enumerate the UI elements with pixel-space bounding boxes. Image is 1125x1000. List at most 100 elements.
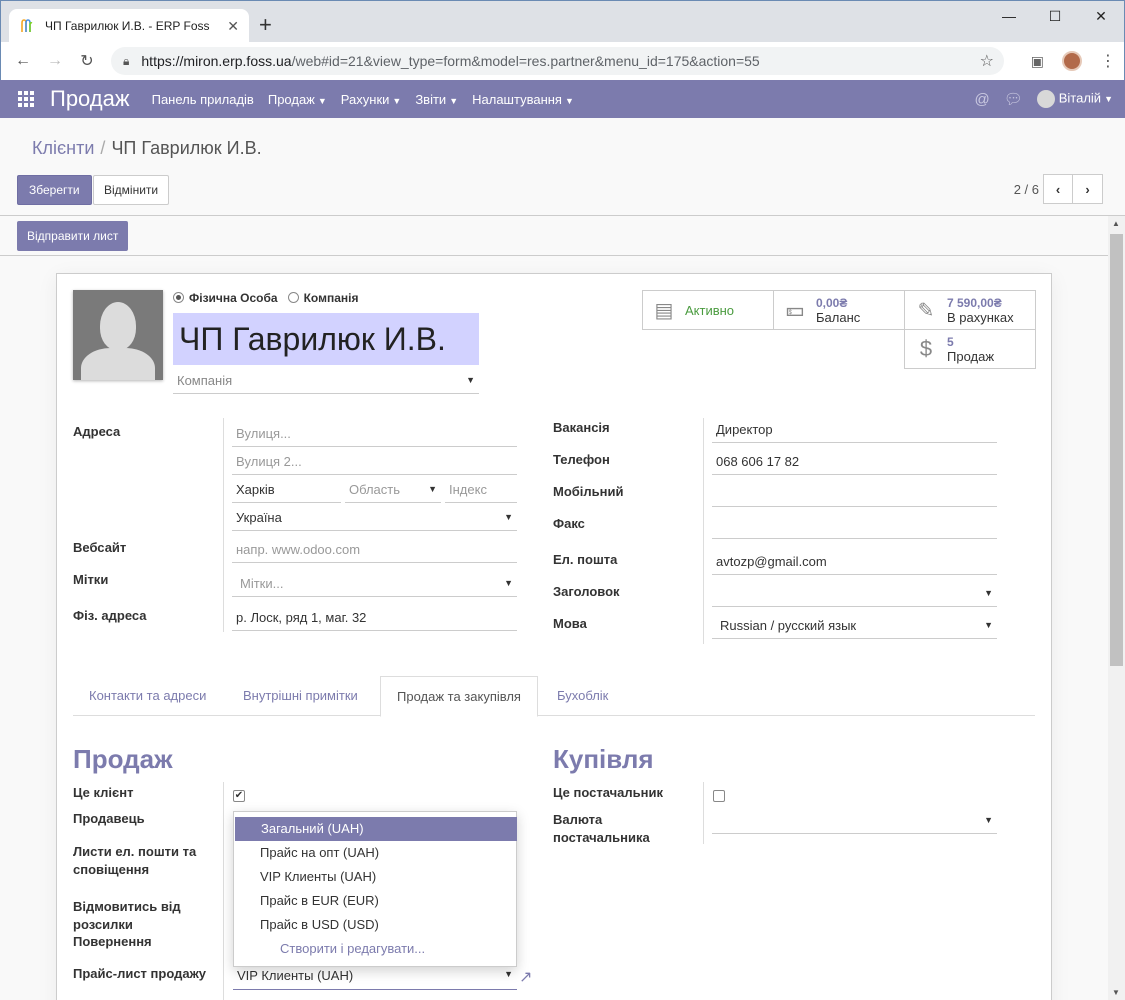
control-panel: Клієнти / ЧП Гаврилюк И.В. Зберегти Відмін… [0, 118, 1125, 216]
reload-icon[interactable]: ↻ [71, 51, 103, 71]
salesperson-label: Продавець [73, 811, 145, 826]
create-and-edit-option[interactable]: Створити і редагувати... [234, 937, 516, 961]
user-menu[interactable]: Віталій ▼ [1036, 90, 1113, 108]
caret-down-icon: ▼ [317, 95, 327, 106]
form-view: Відправити лист Фізична Особа Компанія Ч… [0, 216, 1108, 1000]
menu-sales[interactable]: Продаж ▼ [268, 92, 327, 107]
state-select[interactable]: Область ▼ [345, 479, 441, 503]
menu-dashboard[interactable]: Панель приладів [152, 92, 254, 107]
forward-arrow-icon[interactable]: → [39, 52, 71, 70]
radio-individual[interactable]: Фізична Особа [173, 291, 278, 305]
send-message-button[interactable]: Відправити лист [17, 221, 129, 251]
email-input[interactable]: avtozp@gmail.com [712, 551, 997, 575]
maximize-icon[interactable]: ☐ [1032, 1, 1078, 31]
breadcrumb-current: ЧП Гаврилюк И.В. [111, 138, 262, 158]
scroll-down-icon[interactable]: ▼ [1112, 988, 1120, 997]
pricelist-option[interactable]: Прайс на опт (UAH) [234, 841, 516, 865]
balance-label: Баланс [816, 309, 861, 325]
title-select[interactable]: ▼ [712, 583, 997, 607]
browser-tab[interactable]: ЧП Гаврилюк И.В. - ERP Foss ✕ [9, 9, 249, 43]
tab-contacts-addresses[interactable]: Контакти та адреси [73, 676, 222, 717]
pricelist-option[interactable]: Загальний (UAH) [235, 817, 517, 841]
at-mention-icon[interactable]: @ [974, 91, 989, 108]
menu-label: Налаштування [472, 91, 562, 107]
pricelist-option[interactable]: VIP Клиенты (UAH) [234, 865, 516, 889]
pager-next-icon[interactable]: › [1073, 174, 1103, 204]
address-bar[interactable]: 🔒︎ https://miron.erp.foss.ua/web#id=21&v… [111, 47, 1004, 75]
menu-invoices[interactable]: Рахунки ▼ [341, 92, 402, 107]
parent-company-select[interactable]: Компанія ▼ [173, 370, 479, 394]
browser-menu-icon[interactable]: ⋮ [1100, 51, 1116, 71]
breadcrumb-customers-link[interactable]: Клієнти [32, 138, 94, 158]
pager-previous-icon[interactable]: ‹ [1043, 174, 1073, 204]
fax-input[interactable] [712, 515, 997, 539]
title-label: Заголовок [553, 584, 620, 599]
extension-icon[interactable]: ▣ [1031, 53, 1044, 70]
menu-reports[interactable]: Звіти ▼ [415, 92, 458, 107]
user-name: Віталій [1058, 90, 1102, 106]
menu-label: Продаж [267, 91, 315, 107]
minimize-icon[interactable]: — [986, 1, 1032, 31]
save-button[interactable]: Зберегти [17, 175, 92, 205]
page-scrollbar[interactable]: ▲ ▼ [1108, 216, 1125, 1000]
is-supplier-checkbox[interactable] [713, 790, 725, 802]
mobile-input[interactable] [712, 483, 997, 507]
chat-icon[interactable]: 💬︎ [1004, 90, 1023, 108]
supplier-currency-select[interactable]: ▼ [712, 810, 997, 834]
balance-value: 0,00₴ [816, 295, 848, 310]
caret-down-icon: ▼ [449, 95, 459, 106]
new-tab-icon[interactable]: + [259, 13, 272, 37]
street-input[interactable]: Вулиця... [232, 423, 517, 447]
language-label: Мова [553, 616, 587, 631]
close-tab-icon[interactable]: ✕ [227, 18, 239, 35]
caret-down-icon: ▼ [1104, 94, 1113, 105]
menu-settings[interactable]: Налаштування ▼ [472, 92, 574, 107]
country-select[interactable]: Україна ▼ [232, 507, 517, 531]
pricelist-option[interactable]: Прайс в USD (USD) [234, 913, 516, 937]
tab-accounting[interactable]: Бухоблік [541, 676, 624, 717]
close-window-icon[interactable]: ✕ [1078, 1, 1124, 31]
discard-button[interactable]: Відмінити [93, 175, 170, 205]
tags-select[interactable]: Мітки... ▼ [232, 573, 517, 597]
invoiced-button[interactable]: ✎ 7 590,00₴ В рахунках [904, 290, 1036, 330]
scroll-up-icon[interactable]: ▲ [1112, 219, 1120, 228]
radio-company[interactable]: Компанія [287, 291, 359, 305]
apps-grid-icon[interactable] [18, 91, 34, 107]
dollar-icon: $ [919, 336, 933, 361]
balance-button[interactable]: 💵︎ 0,00₴ Баланс [773, 290, 905, 330]
user-avatar [1036, 90, 1055, 108]
street2-input[interactable]: Вулиця 2... [232, 451, 517, 475]
address-label: Адреса [73, 424, 121, 439]
pricelist-select[interactable]: VIP Клиенты (UAH) ▼ [233, 964, 517, 990]
profile-avatar[interactable] [1062, 51, 1082, 71]
external-link-icon[interactable]: ↗ [519, 967, 532, 987]
tab-sales-purchases[interactable]: Продаж та закупівля [380, 676, 538, 717]
is-customer-checkbox[interactable]: ✔ [233, 790, 245, 802]
pricelist-option[interactable]: Прайс в EUR (EUR) [234, 889, 516, 913]
city-input[interactable]: Харків [232, 479, 341, 503]
caret-down-icon: ▼ [466, 375, 475, 385]
zip-input[interactable]: Індекс [445, 479, 517, 503]
website-input[interactable]: напр. www.odoo.com [232, 539, 517, 563]
language-select[interactable]: Russian / русский язык ▼ [712, 615, 997, 639]
job-position-input[interactable]: Директор [712, 419, 997, 443]
back-arrow-icon[interactable]: ← [7, 52, 39, 70]
form-sheet: Фізична Особа Компанія ЧП Гаврилюк И.В. … [56, 273, 1052, 1000]
partner-name-input[interactable]: ЧП Гаврилюк И.В. [173, 313, 479, 365]
physical-address-input[interactable]: р. Лоск, ряд 1, маг. 32 [232, 607, 517, 631]
bookmark-star-icon[interactable]: ☆ [980, 51, 994, 71]
scrollbar-thumb[interactable] [1110, 234, 1123, 666]
pager-value[interactable]: 2 / 6 [1014, 182, 1039, 197]
country-value: Україна [236, 510, 282, 525]
url-host: https://miron.erp.foss.ua [141, 53, 292, 69]
tab-internal-notes[interactable]: Внутрішні примітки [227, 676, 374, 717]
browser-toolbar: ← → ↻ 🔒︎ https://miron.erp.foss.ua/web#i… [0, 42, 1125, 80]
radio-label: Компанія [303, 291, 359, 305]
partner-avatar[interactable] [73, 290, 163, 380]
sales-count-button[interactable]: $ 5 Продаж [904, 329, 1036, 369]
menu-label: Панель приладів [151, 91, 254, 107]
caret-down-icon: ▼ [504, 969, 513, 979]
email-label: Ел. пошта [553, 552, 618, 567]
active-toggle-button[interactable]: ▤ Активно [642, 290, 774, 330]
phone-input[interactable]: 068 606 17 82 [712, 451, 997, 475]
